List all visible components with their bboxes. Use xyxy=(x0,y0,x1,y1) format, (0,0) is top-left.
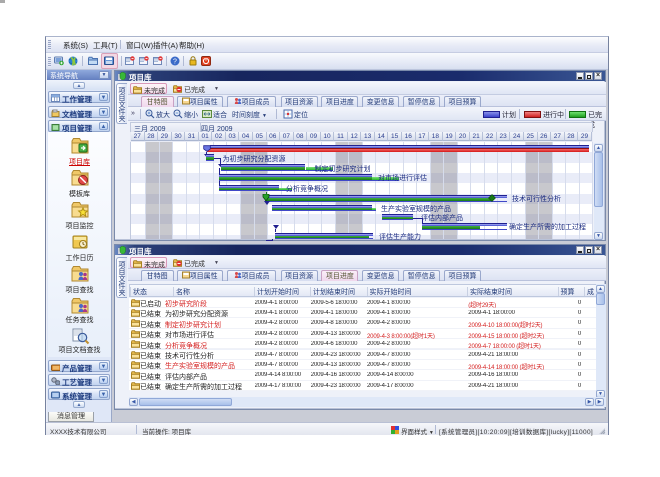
svg-text:?: ? xyxy=(173,59,177,66)
